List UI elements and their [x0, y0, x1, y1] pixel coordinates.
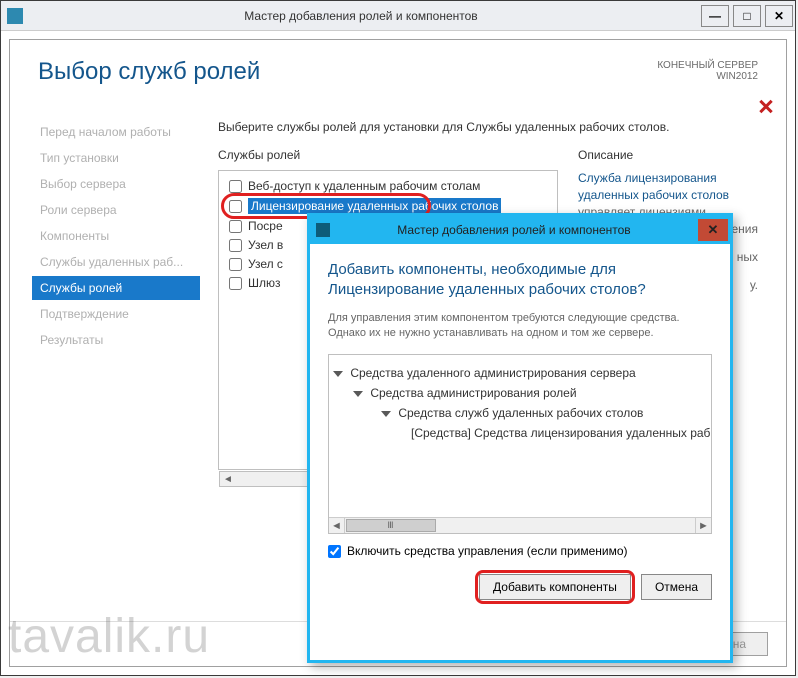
service-label: Веб-доступ к удаленным рабочим столам [248, 179, 480, 193]
popup-close-button[interactable]: ✕ [698, 219, 728, 241]
description-header: Описание [578, 148, 758, 162]
instruction-text: Выберите службы ролей для установки для … [218, 120, 758, 134]
popup-heading-line2: Лицензирование удаленных рабочих столов? [328, 281, 646, 298]
tree-item[interactable]: Средства служб удаленных рабочих столов [333, 403, 707, 423]
tree-label: [Средства] Средства лицензирования удале… [411, 426, 710, 440]
sidebar-item-role-services[interactable]: Службы ролей [32, 276, 200, 300]
close-button[interactable]: ✕ [765, 5, 793, 27]
expand-arrow-icon[interactable] [353, 391, 363, 397]
description-link: Служба лицензирования удаленных рабочих … [578, 171, 729, 202]
sidebar-item-features[interactable]: Компоненты [32, 224, 200, 248]
scroll-track[interactable] [437, 518, 695, 533]
include-tools-checkbox-row[interactable]: Включить средства управления (если приме… [328, 544, 712, 558]
tree-item[interactable]: Средства удаленного администрирования се… [333, 363, 707, 383]
header-area: Выбор служб ролей КОНЕЧНЫЙ СЕРВЕР WIN201… [10, 40, 786, 90]
sidebar-item-server-select[interactable]: Выбор сервера [32, 172, 200, 196]
scroll-left-icon[interactable]: ◄ [329, 518, 345, 533]
sidebar-item-confirmation[interactable]: Подтверждение [32, 302, 200, 326]
popup-title: Мастер добавления ролей и компонентов [330, 223, 698, 237]
tree-label: Средства удаленного администрирования се… [350, 366, 635, 380]
tree-item[interactable]: [Средства] Средства лицензирования удале… [333, 423, 707, 443]
tree-label: Средства служб удаленных рабочих столов [398, 406, 643, 420]
add-features-button[interactable]: Добавить компоненты [479, 574, 631, 600]
scroll-right-icon[interactable]: ► [695, 518, 711, 533]
tree-scrollbar[interactable]: ◄ Ⅲ ► [329, 517, 711, 533]
app-icon [7, 8, 23, 24]
service-label: Узел в [248, 238, 283, 252]
maximize-button[interactable]: □ [733, 5, 761, 27]
server-label: КОНЕЧНЫЙ СЕРВЕР [657, 60, 758, 71]
popup-heading-line1: Добавить компоненты, необходимые для [328, 261, 616, 278]
window-controls: — □ ✕ [699, 5, 795, 27]
scroll-left-icon[interactable]: ◄ [220, 472, 236, 486]
service-checkbox[interactable] [229, 277, 242, 290]
server-name: WIN2012 [657, 71, 758, 82]
tree-item[interactable]: Средства администрирования ролей [333, 383, 707, 403]
include-tools-checkbox[interactable] [328, 545, 341, 558]
sidebar-item-results[interactable]: Результаты [32, 328, 200, 352]
expand-arrow-icon[interactable] [333, 371, 343, 377]
service-checkbox[interactable] [229, 200, 242, 213]
sidebar-item-rds[interactable]: Службы удаленных раб... [32, 250, 200, 274]
main-window-title: Мастер добавления ролей и компонентов [23, 9, 699, 23]
popup-footer: Добавить компоненты Отмена [310, 566, 730, 612]
service-checkbox[interactable] [229, 239, 242, 252]
expand-arrow-icon[interactable] [381, 411, 391, 417]
sidebar-item-before-begin[interactable]: Перед началом работы [32, 120, 200, 144]
minimize-button[interactable]: — [701, 5, 729, 27]
service-label: Узел с [248, 257, 283, 271]
page-title: Выбор служб ролей [38, 58, 758, 86]
features-tree[interactable]: Средства удаленного администрирования се… [328, 354, 712, 534]
popup-titlebar: Мастер добавления ролей и компонентов ✕ [310, 216, 730, 244]
services-header: Службы ролей [218, 148, 558, 162]
popup-app-icon [316, 223, 330, 237]
service-label: Посре [248, 219, 283, 233]
service-label: Шлюз [248, 276, 281, 290]
popup-body: Добавить компоненты, необходимые для Лиц… [310, 244, 730, 566]
service-checkbox[interactable] [229, 220, 242, 233]
service-checkbox[interactable] [229, 180, 242, 193]
tree-label: Средства администрирования ролей [370, 386, 576, 400]
main-titlebar: Мастер добавления ролей и компонентов — … [1, 1, 795, 31]
server-info: КОНЕЧНЫЙ СЕРВЕР WIN2012 [657, 60, 758, 82]
wizard-sidebar: Перед началом работы Тип установки Выбор… [20, 120, 200, 470]
sidebar-item-server-roles[interactable]: Роли сервера [32, 198, 200, 222]
service-item-web-access[interactable]: Веб-доступ к удаленным рабочим столам [225, 177, 551, 195]
scroll-thumb[interactable]: Ⅲ [346, 519, 436, 532]
service-checkbox[interactable] [229, 258, 242, 271]
include-tools-label: Включить средства управления (если приме… [347, 544, 628, 558]
popup-heading: Добавить компоненты, необходимые для Лиц… [328, 260, 712, 301]
sidebar-item-install-type[interactable]: Тип установки [32, 146, 200, 170]
close-icon[interactable] [758, 98, 774, 114]
add-features-dialog: Мастер добавления ролей и компонентов ✕ … [307, 213, 733, 663]
popup-cancel-button[interactable]: Отмена [641, 574, 712, 600]
popup-description: Для управления этим компонентом требуютс… [328, 311, 712, 343]
service-label: Лицензирование удаленных рабочих столов [248, 198, 501, 214]
